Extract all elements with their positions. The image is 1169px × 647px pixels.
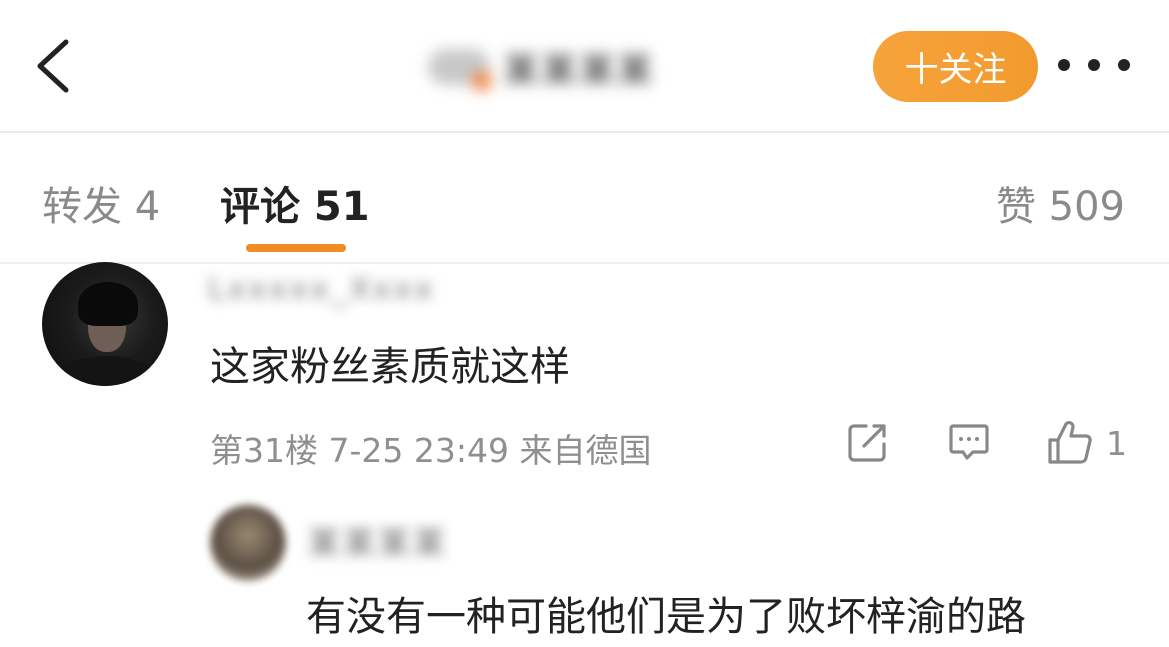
more-dots-icon <box>1118 59 1130 71</box>
like-count: 1 <box>1106 424 1127 463</box>
tab-repost[interactable]: 转发 4 <box>42 174 160 232</box>
back-button[interactable] <box>30 36 78 96</box>
comment-text: 这家粉丝素质就这样 <box>210 344 570 390</box>
tab-comments[interactable]: 评论 51 <box>220 174 370 232</box>
like-button[interactable] <box>1046 420 1094 466</box>
active-tab-indicator <box>246 244 346 252</box>
replier-avatar[interactable] <box>210 505 286 581</box>
page-title-blurred: 某某某某 <box>428 42 748 92</box>
more-dots-icon <box>1058 59 1070 71</box>
avatar-shoulders <box>54 356 158 386</box>
commenter-username[interactable]: Lxxxxx_Xxxx <box>208 272 435 307</box>
comment-meta: 第31楼 7-25 23:49 来自德国 <box>210 431 652 470</box>
follow-button[interactable]: 十关注 <box>873 31 1038 102</box>
reply-text: 有没有一种可能他们是为了败坏梓渝的路 <box>306 594 1026 640</box>
more-dots-icon <box>1088 59 1100 71</box>
reply-button[interactable] <box>947 420 991 464</box>
top-nav-bar: 某某某某 十关注 <box>0 0 1169 132</box>
chevron-left-icon <box>37 39 69 93</box>
share-icon <box>848 424 886 462</box>
tab-likes[interactable]: 赞 509 <box>996 174 1125 232</box>
header-divider <box>0 131 1169 133</box>
title-username: 某某某某 <box>504 50 656 91</box>
replier-username[interactable]: 某某某某 <box>308 518 448 564</box>
thumbs-up-icon <box>1048 421 1092 464</box>
share-button[interactable] <box>846 420 890 464</box>
more-button[interactable] <box>1058 50 1130 80</box>
comment-icon <box>949 424 989 460</box>
title-avatar <box>428 49 492 91</box>
comment-detail-page: 某某某某 十关注 转发 4 评论 51 赞 509 Lxxxxx_Xxxx 这家… <box>0 0 1169 647</box>
tabs-divider <box>0 262 1169 264</box>
avatar-hair <box>78 282 138 326</box>
commenter-avatar[interactable] <box>42 262 168 386</box>
